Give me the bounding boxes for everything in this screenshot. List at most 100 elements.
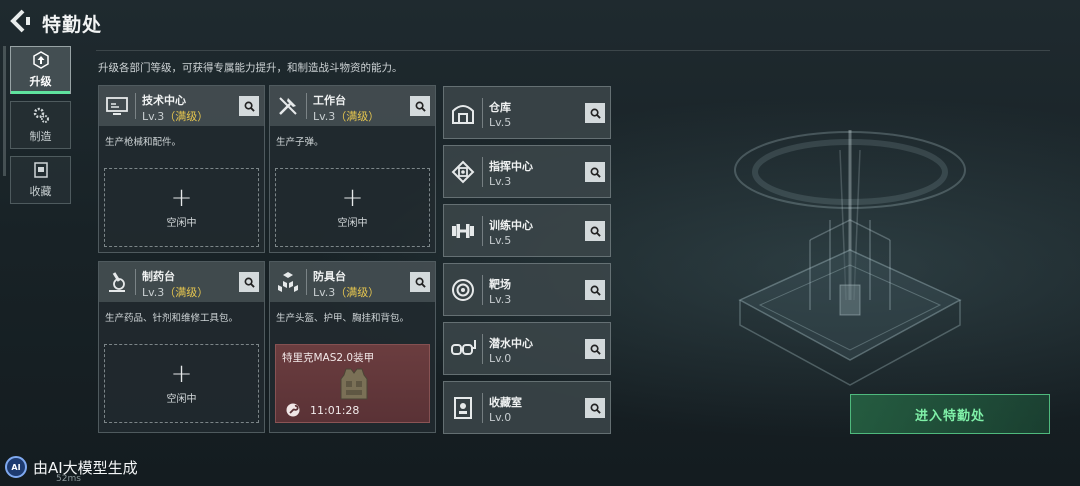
monitor-icon — [106, 97, 128, 115]
crafting-timer: 11:01:28 — [310, 404, 360, 417]
card-separator — [306, 269, 307, 295]
production-slot-idle[interactable]: + 空闲中 — [104, 344, 259, 423]
building-level: Lv.0 — [489, 352, 512, 365]
card-workbench: 工作台 Lv.3（满级） 生产子弹。 + 空闲中 — [269, 85, 436, 253]
ai-badge-icon: AI — [5, 456, 27, 478]
building-command-center[interactable]: 指挥中心 Lv.3 — [443, 145, 611, 198]
building-separator — [482, 216, 483, 246]
inspect-button[interactable] — [585, 280, 605, 300]
production-slot-idle[interactable]: + 空闲中 — [275, 168, 430, 247]
building-shooting-range[interactable]: 靶场 Lv.3 — [443, 263, 611, 316]
card-header: 制药台 Lv.3（满级） — [99, 262, 264, 302]
collection-icon — [33, 162, 48, 178]
tab-upgrade[interactable]: 升级 — [10, 46, 71, 94]
gears-icon — [33, 107, 49, 123]
inspect-button[interactable] — [410, 96, 430, 116]
card-separator — [135, 93, 136, 119]
tab-rail — [3, 46, 6, 176]
search-icon — [590, 403, 601, 414]
search-icon — [415, 101, 426, 112]
card-description: 生产子弹。 — [276, 137, 324, 148]
card-separator — [135, 269, 136, 295]
trophy-case-icon — [454, 397, 472, 419]
inspect-button[interactable] — [239, 272, 259, 292]
inspect-button[interactable] — [410, 272, 430, 292]
card-name: 技术中心 — [142, 94, 186, 107]
inspect-button[interactable] — [585, 103, 605, 123]
building-name: 靶场 — [489, 278, 511, 291]
watermark-text: 由AI大模型生成 — [33, 458, 138, 477]
add-icon: + — [170, 183, 193, 213]
card-description: 生产枪械和配件。 — [105, 137, 182, 148]
card-separator — [306, 93, 307, 119]
card-tech-center: 技术中心 Lv.3（满级） 生产枪械和配件。 + 空闲中 — [98, 85, 265, 253]
building-training-center[interactable]: 训练中心 Lv.5 — [443, 204, 611, 257]
tab-collection[interactable]: 收藏 — [10, 156, 71, 204]
enter-special-ops-button[interactable]: 进入特勤处 — [850, 394, 1050, 434]
building-level: Lv.0 — [489, 411, 512, 424]
card-header: 工作台 Lv.3（满级） — [270, 86, 435, 126]
max-level-tag: （满级） — [164, 110, 209, 123]
slot-status: 空闲中 — [166, 218, 197, 229]
card-description: 生产药品、针剂和维修工具包。 — [105, 313, 239, 324]
header-divider — [96, 50, 1050, 51]
max-level-tag: （满级） — [164, 286, 209, 299]
crafting-item-name: 特里克MAS2.0装甲 — [282, 352, 375, 364]
building-name: 收藏室 — [489, 396, 522, 409]
add-icon: + — [170, 359, 193, 389]
building-diving-center[interactable]: 潜水中心 Lv.0 — [443, 322, 611, 375]
tab-upgrade-label: 升级 — [29, 75, 52, 88]
inspect-button[interactable] — [585, 339, 605, 359]
max-level-tag: （满级） — [335, 286, 380, 299]
slot-status: 空闲中 — [166, 394, 197, 405]
diving-mask-icon — [451, 340, 476, 355]
search-icon — [590, 285, 601, 296]
level-value: Lv.3 — [142, 286, 165, 299]
level-value: Lv.3 — [313, 286, 336, 299]
tab-craft-label: 制造 — [29, 130, 52, 143]
wrench-icon — [286, 403, 300, 417]
card-name: 防具台 — [313, 270, 346, 283]
inspect-button[interactable] — [585, 398, 605, 418]
inspect-button[interactable] — [585, 162, 605, 182]
back-arrow-icon[interactable] — [8, 8, 32, 34]
dumbbell-icon — [452, 224, 474, 238]
microscope-icon — [109, 272, 125, 292]
building-level: Lv.5 — [489, 116, 512, 129]
inspect-button[interactable] — [585, 221, 605, 241]
building-separator — [482, 334, 483, 364]
network-latency: 52ms — [56, 474, 81, 484]
card-pharmacy: 制药台 Lv.3（满级） 生产药品、针剂和维修工具包。 + 空闲中 — [98, 261, 265, 433]
search-icon — [590, 226, 601, 237]
building-separator — [482, 157, 483, 187]
tab-collection-label: 收藏 — [29, 185, 52, 198]
inspect-button[interactable] — [239, 96, 259, 116]
tab-craft[interactable]: 制造 — [10, 101, 71, 149]
search-icon — [590, 167, 601, 178]
production-slot-idle[interactable]: + 空闲中 — [104, 168, 259, 247]
card-name: 工作台 — [313, 94, 346, 107]
building-name: 仓库 — [489, 101, 511, 114]
card-level: Lv.3（满级） — [142, 108, 208, 124]
warehouse-icon — [452, 105, 474, 124]
building-separator — [482, 393, 483, 423]
search-icon — [244, 101, 255, 112]
building-name: 潜水中心 — [489, 337, 533, 350]
card-header: 技术中心 Lv.3（满级） — [99, 86, 264, 126]
search-icon — [590, 108, 601, 119]
cubes-icon — [278, 272, 298, 292]
slot-status: 空闲中 — [337, 218, 368, 229]
special-ops-screen: 特勤处 升级各部门等级，可获得专属能力提升，和制造战斗物资的能力。 升级 制造 … — [0, 0, 1080, 486]
armor-vest-icon — [340, 368, 368, 400]
building-warehouse[interactable]: 仓库 Lv.5 — [443, 86, 611, 139]
building-name: 训练中心 — [489, 219, 533, 232]
search-icon — [244, 277, 255, 288]
production-slot-crafting[interactable]: 特里克MAS2.0装甲 11:01:28 — [275, 344, 430, 423]
building-collection-room[interactable]: 收藏室 Lv.0 — [443, 381, 611, 434]
add-icon: + — [341, 183, 364, 213]
chip-icon — [451, 160, 475, 184]
page-subtitle: 升级各部门等级，可获得专属能力提升，和制造战斗物资的能力。 — [98, 62, 403, 74]
card-armor-bench: 防具台 Lv.3（满级） 生产头盔、护甲、胸挂和背包。 特里克MAS2.0装甲 … — [269, 261, 436, 433]
card-name: 制药台 — [142, 270, 175, 283]
card-header: 防具台 Lv.3（满级） — [270, 262, 435, 302]
